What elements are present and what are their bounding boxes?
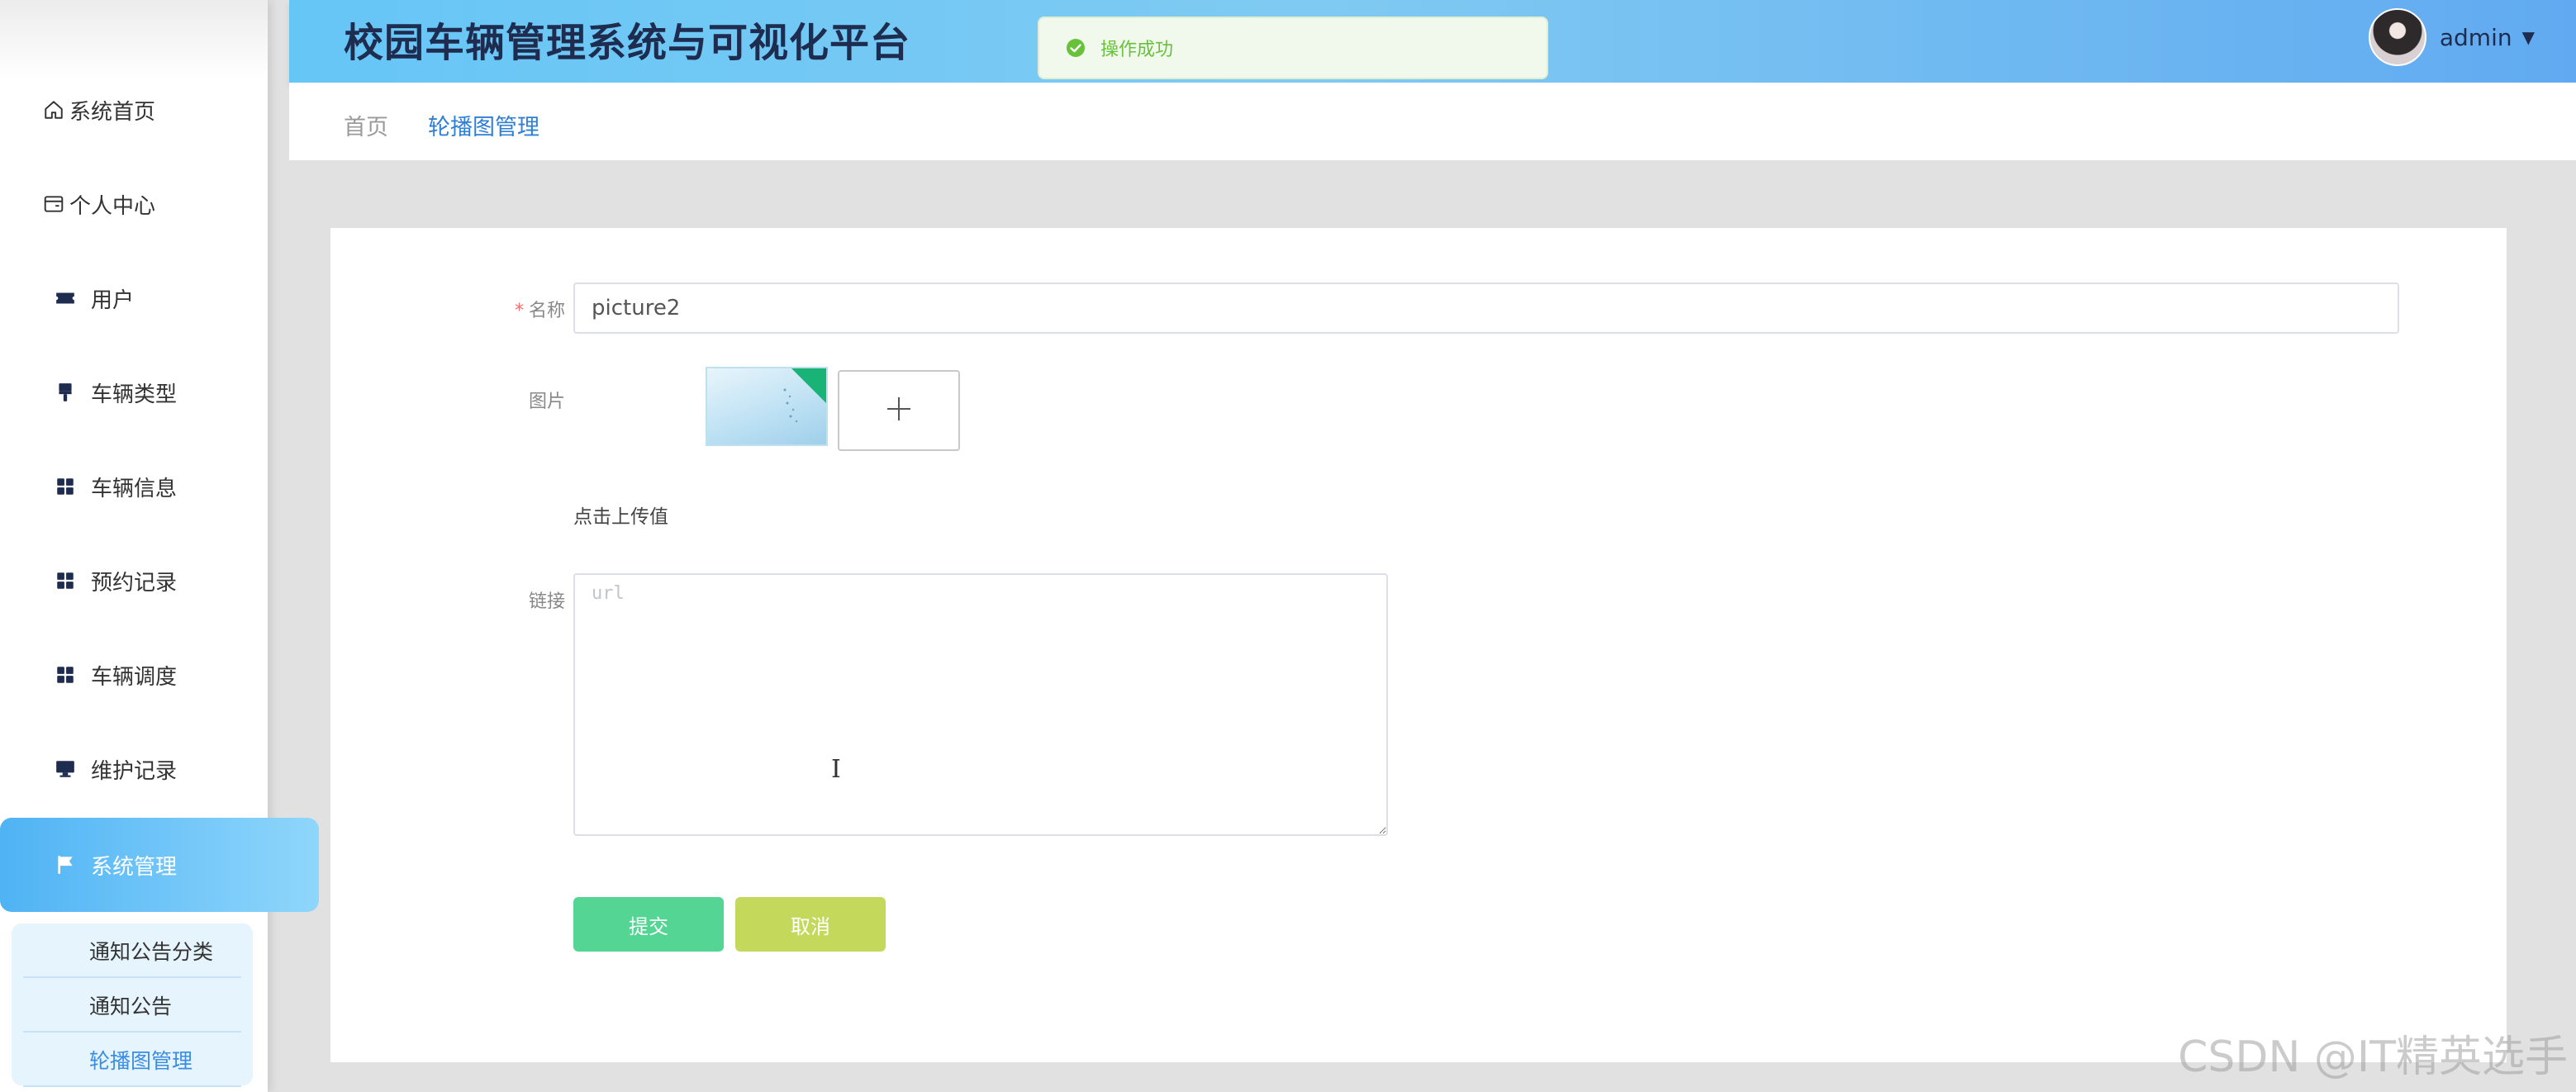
submenu-item-label: 轮播图管理 [89, 1049, 193, 1073]
sidebar-item-maintenance[interactable]: 维护记录 [0, 740, 321, 798]
sidebar-item-label: 个人中心 [69, 193, 156, 219]
submenu-item-notice[interactable]: 通知公告 [23, 980, 241, 1033]
sidebar: 系统首页 个人中心 用户 车辆类型 车辆信息 预约记录 车辆调度 维护记录 系统… [0, 0, 319, 1092]
sidebar-item-home[interactable]: 系统首页 [0, 81, 309, 139]
success-toast: 操作成功 [1038, 17, 1548, 79]
grid-icon [53, 662, 78, 687]
submenu-system-management: 通知公告分类 通知公告 轮播图管理 [12, 923, 253, 1087]
sidebar-item-label: 系统管理 [91, 854, 178, 880]
name-label: * 名称 [400, 296, 565, 322]
form-panel: *名称 图片 点击上传值 链接 I 提交 取消 [330, 228, 2507, 1062]
flag-icon [53, 852, 78, 877]
upload-hint: 点击上传值 [573, 506, 668, 528]
user-name[interactable]: admin [2440, 24, 2512, 51]
link-label: 链接 [528, 591, 565, 612]
breadcrumb-home[interactable]: 首页 [344, 109, 388, 141]
cancel-button[interactable]: 取消 [735, 897, 886, 952]
sidebar-item-label: 系统首页 [69, 99, 156, 125]
submenu-item-carousel[interactable]: 轮播图管理 [23, 1034, 241, 1087]
image-label: 图片 [528, 392, 565, 412]
toast-message: 操作成功 [1100, 40, 1174, 60]
sidebar-item-label: 车辆信息 [91, 476, 178, 501]
grid-icon [53, 568, 78, 593]
watermark: CSDN @IT精英选手 [2178, 1033, 2568, 1082]
sidebar-item-users[interactable]: 用户 [0, 269, 321, 327]
sidebar-item-label: 维护记录 [91, 758, 178, 784]
name-input[interactable] [573, 282, 2399, 334]
submit-button[interactable]: 提交 [573, 897, 724, 952]
plus-icon [885, 395, 913, 426]
sidebar-item-label: 车辆调度 [91, 664, 178, 690]
upload-button[interactable] [838, 370, 960, 451]
breadcrumb-current[interactable]: 轮播图管理 [428, 109, 539, 141]
submenu-item-label: 通知公告分类 [89, 940, 214, 964]
sidebar-item-dispatch[interactable]: 车辆调度 [0, 646, 321, 704]
sidebar-item-label: 车辆类型 [91, 382, 178, 407]
breadcrumb: 首页 轮播图管理 [289, 83, 2576, 160]
sidebar-header [0, 0, 268, 79]
monitor-icon [53, 757, 78, 781]
home-icon [41, 97, 66, 122]
sidebar-item-profile[interactable]: 个人中心 [0, 175, 309, 233]
sidebar-item-vehicle-info[interactable]: 车辆信息 [0, 458, 321, 515]
name-label-text: 名称 [528, 301, 565, 321]
user-avatar[interactable] [2368, 8, 2426, 66]
text-cursor-icon: I [831, 755, 841, 784]
sidebar-item-vehicle-type[interactable]: 车辆类型 [0, 363, 321, 421]
grid-icon [53, 474, 78, 499]
link-textarea[interactable] [573, 573, 1388, 836]
ticket-icon [53, 286, 78, 311]
required-mark: * [514, 301, 524, 321]
check-circle-icon [1066, 38, 1086, 58]
submenu-item-notice-category[interactable]: 通知公告分类 [23, 925, 241, 978]
sidebar-item-label: 用户 [91, 287, 135, 313]
caret-down-icon[interactable]: ▼ [2522, 27, 2535, 47]
brush-icon [53, 380, 78, 405]
sidebar-item-label: 预约记录 [91, 570, 178, 596]
user-menu[interactable]: admin ▼ [2368, 8, 2535, 66]
uploaded-image-thumbnail[interactable] [706, 367, 828, 446]
id-card-icon [41, 192, 66, 216]
sidebar-item-reservations[interactable]: 预约记录 [0, 552, 321, 610]
app-title: 校园车辆管理系统与可视化平台 [344, 20, 911, 66]
sidebar-item-system-management[interactable]: 系统管理 [0, 818, 319, 912]
submenu-item-label: 通知公告 [89, 995, 173, 1018]
thumbnail-graphic [783, 388, 798, 423]
